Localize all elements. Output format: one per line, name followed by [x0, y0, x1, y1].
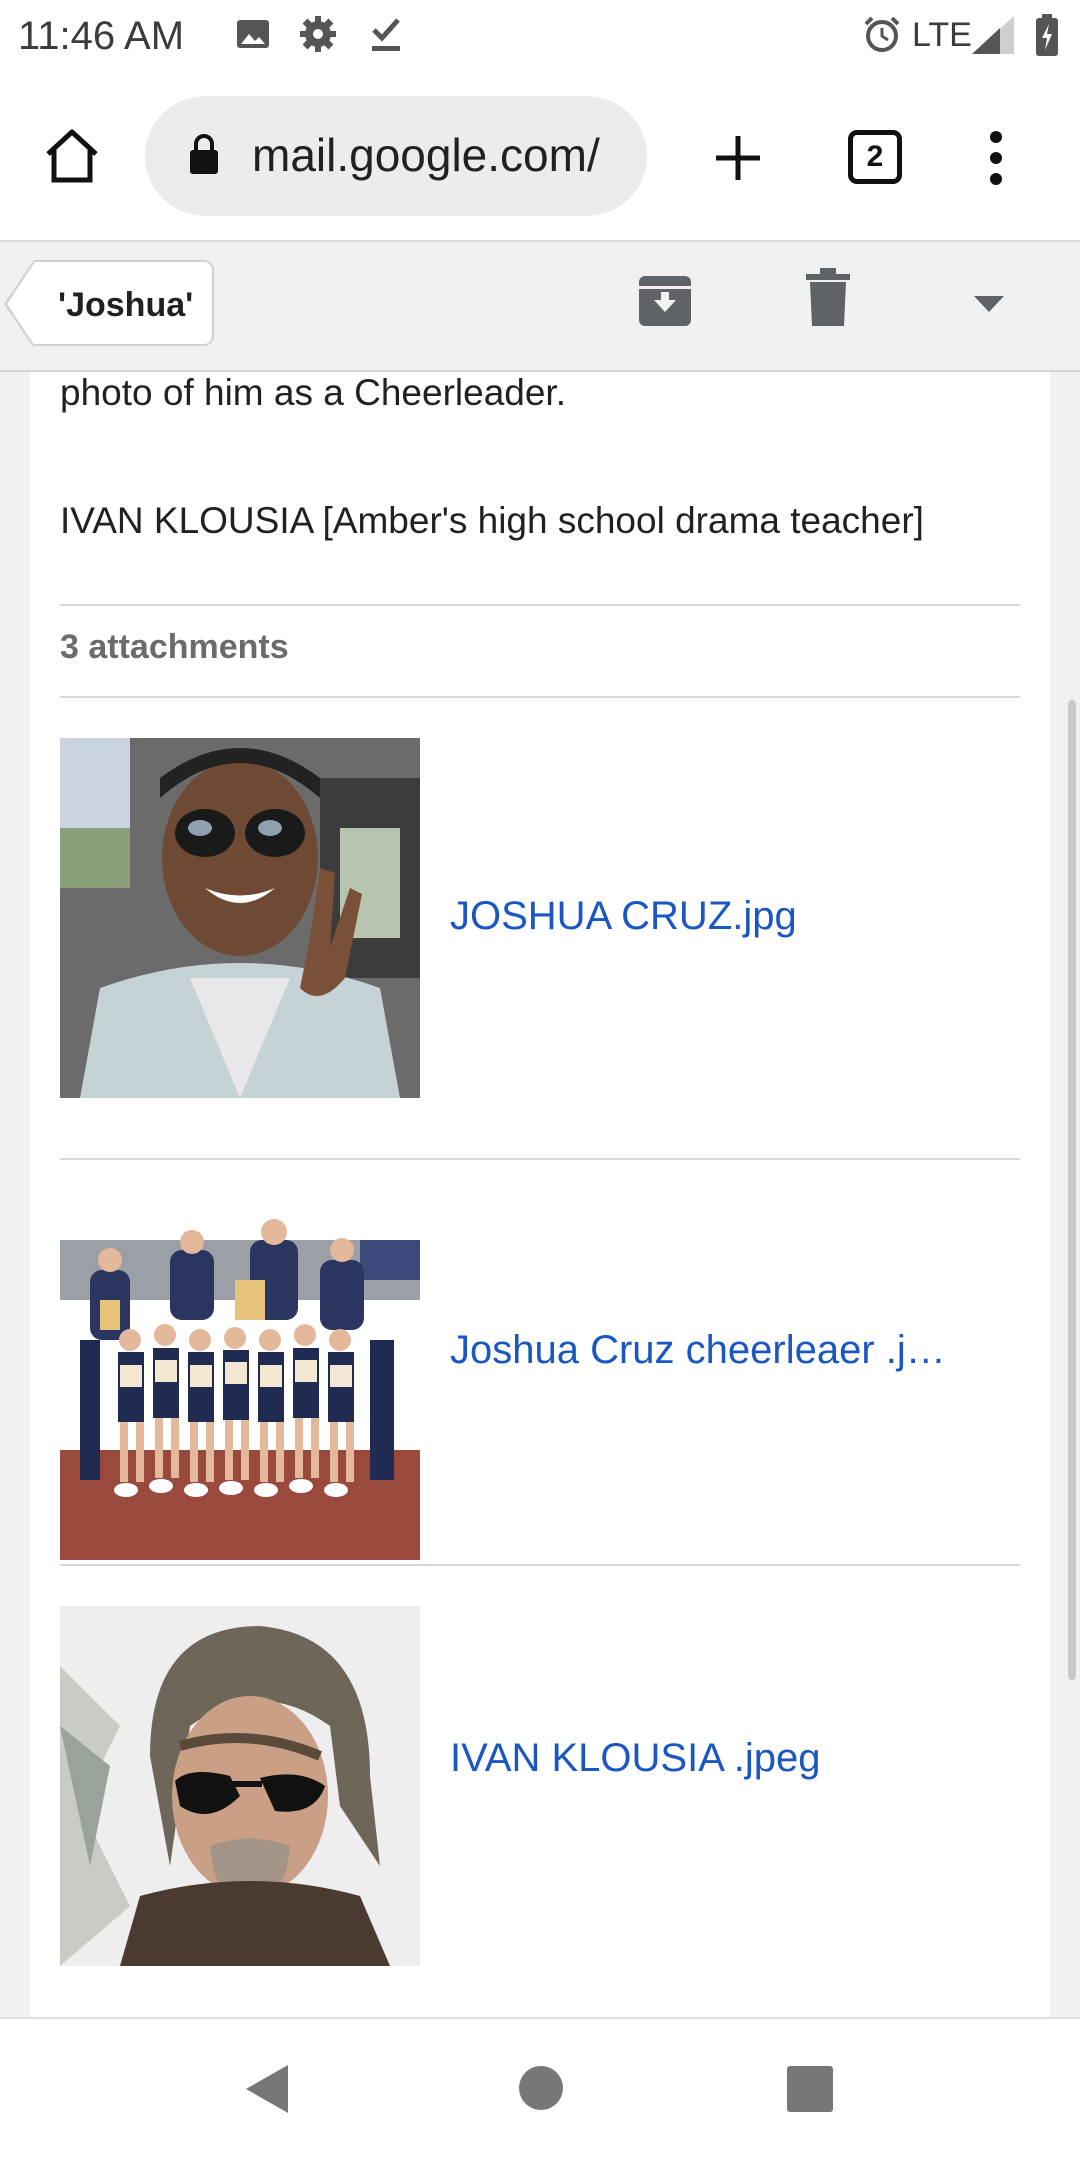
message-content: photo of him as a Cheerleader. IVAN KLOU…	[30, 372, 1050, 2017]
delete-icon[interactable]	[804, 268, 852, 333]
attachment-link[interactable]: IVAN KLOUSIA .jpeg	[450, 1736, 821, 1781]
system-nav-bar	[0, 2017, 1080, 2162]
attachment-link[interactable]: JOSHUA CRUZ.jpg	[450, 894, 797, 939]
chevron-down-icon[interactable]	[972, 294, 1006, 319]
attachment-link[interactable]: Joshua Cruz cheerleaer .j…	[450, 1328, 946, 1373]
label-chip[interactable]: 'Joshua'	[4, 260, 214, 348]
battery-icon	[1034, 14, 1060, 63]
settings-icon	[298, 14, 338, 59]
status-time: 11:46 AM	[18, 14, 185, 58]
browser-toolbar: mail.google.com/ 2	[0, 72, 1080, 242]
archive-icon[interactable]	[636, 272, 694, 335]
message-body-line: IVAN KLOUSIA [Amber's high school drama …	[60, 500, 924, 541]
image-icon	[235, 14, 271, 59]
conversation-toolbar: 'Joshua'	[0, 242, 1080, 372]
attachment-thumbnail[interactable]	[60, 1606, 420, 1966]
divider	[60, 604, 1020, 606]
divider	[60, 1158, 1020, 1160]
scrollbar[interactable]	[1068, 700, 1076, 1680]
attachment-thumbnail[interactable]	[60, 738, 420, 1098]
back-icon[interactable]	[244, 2063, 290, 2120]
download-done-icon	[366, 14, 406, 59]
address-bar[interactable]: mail.google.com/	[145, 96, 647, 216]
attachments-count: 3 attachments	[60, 628, 289, 666]
tab-switcher-button[interactable]: 2	[848, 130, 902, 184]
attachment-thumbnail[interactable]	[60, 1200, 420, 1560]
network-type: LTE	[912, 16, 972, 54]
status-bar: 11:46 AM LTE	[0, 0, 1080, 72]
message-body-line: photo of him as a Cheerleader.	[60, 372, 566, 413]
home-nav-icon[interactable]	[518, 2065, 564, 2116]
home-icon[interactable]	[42, 128, 102, 189]
divider	[60, 1564, 1020, 1566]
lock-icon	[187, 132, 221, 181]
more-options-icon[interactable]	[982, 130, 1010, 191]
url-text[interactable]: mail.google.com/	[252, 128, 600, 182]
signal-icon	[970, 14, 1016, 61]
new-tab-icon[interactable]	[712, 132, 764, 189]
label-chip-text: 'Joshua'	[58, 286, 194, 324]
recents-icon[interactable]	[786, 2065, 834, 2118]
alarm-icon	[862, 14, 902, 59]
divider	[60, 696, 1020, 698]
